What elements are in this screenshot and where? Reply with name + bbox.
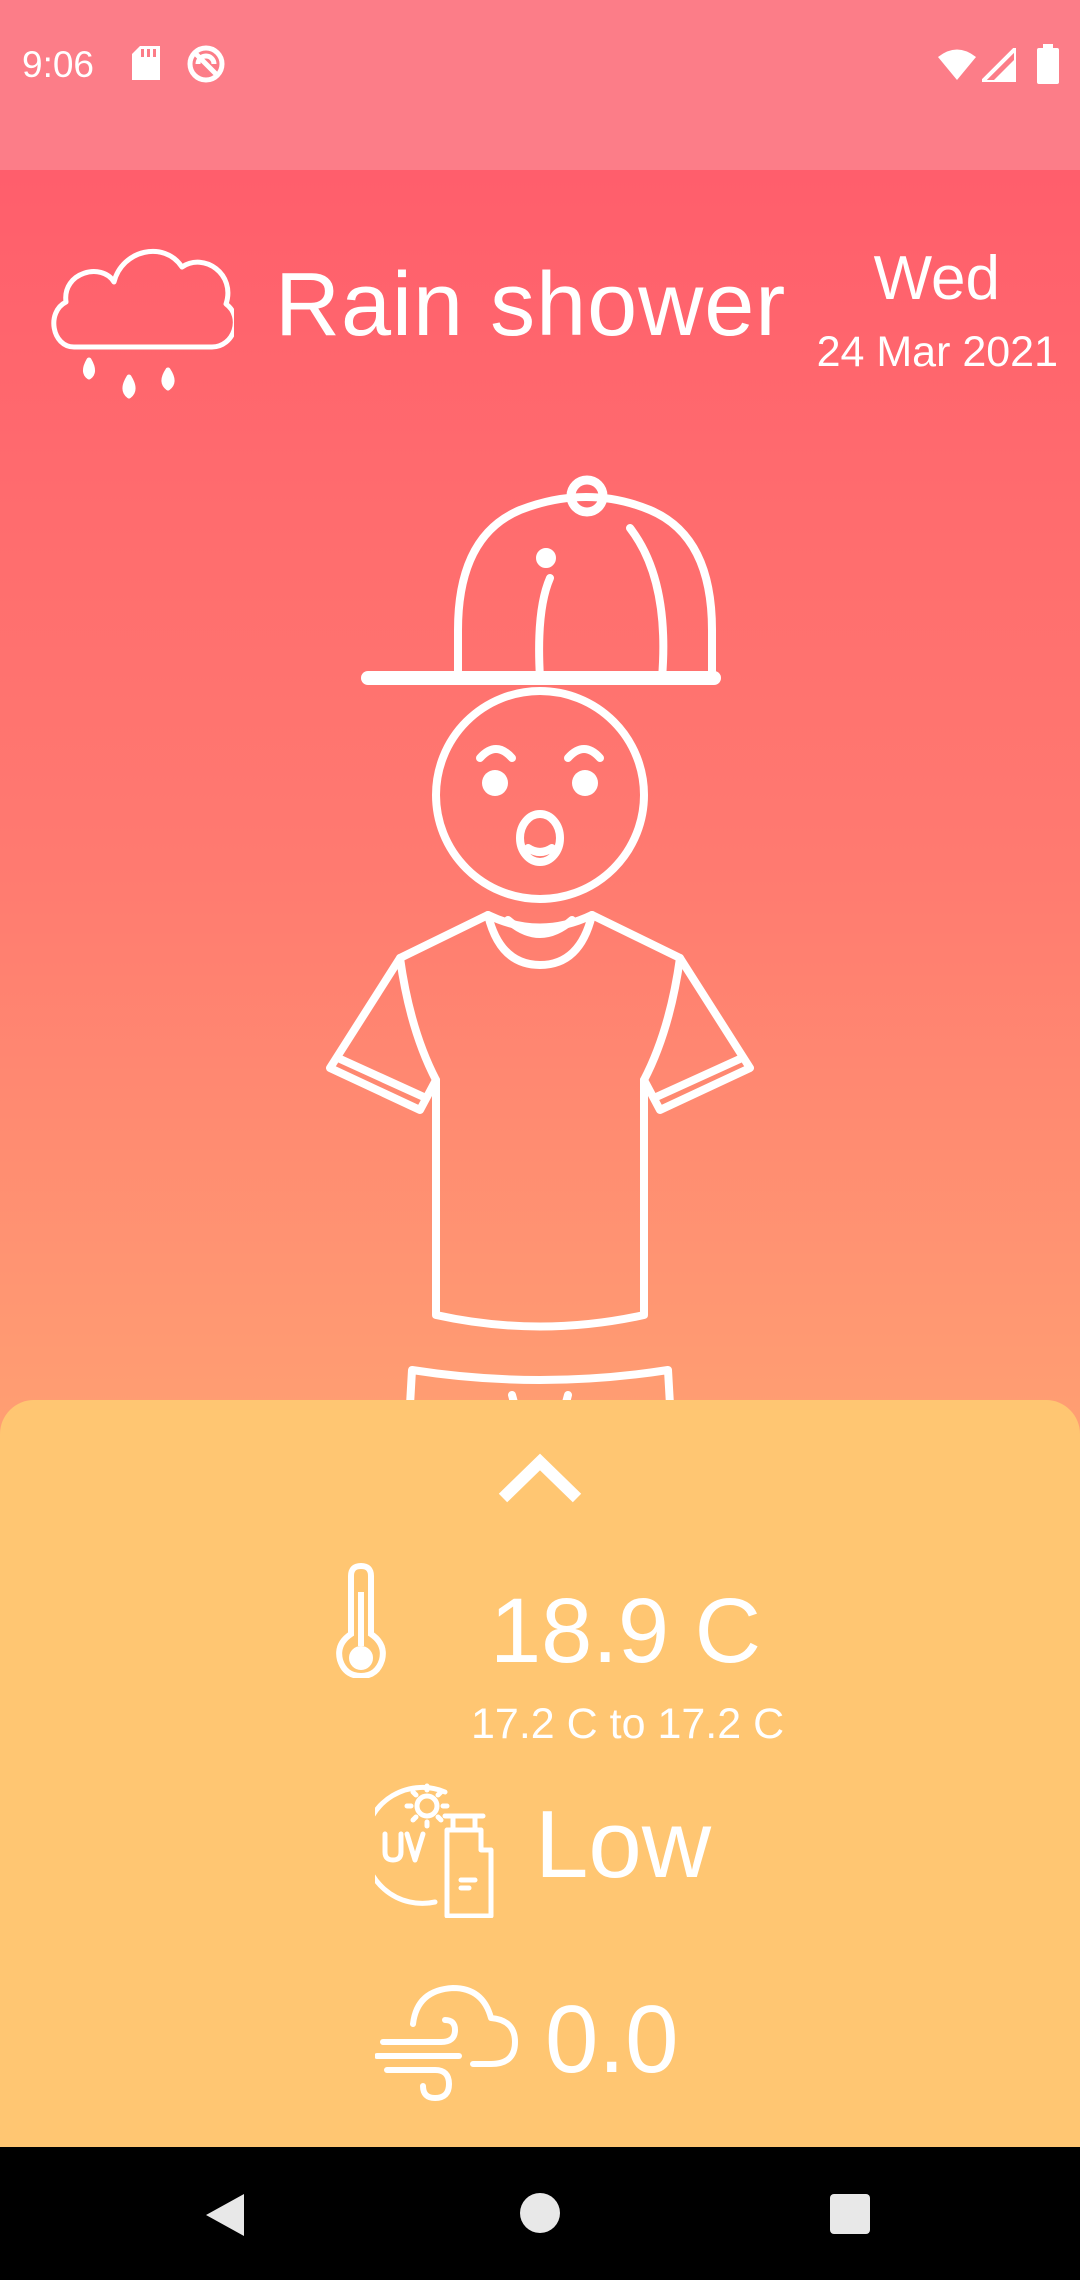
temperature-value: 18.9 C	[490, 1580, 762, 1682]
back-icon[interactable]	[204, 2192, 246, 2243]
tshirt-icon	[326, 911, 754, 1331]
status-time: 9:06	[22, 44, 95, 85]
sd-card-icon	[132, 46, 160, 85]
navigation-bar	[0, 2147, 1080, 2280]
chevron-up-icon[interactable]	[497, 1450, 583, 1511]
face-icon	[432, 687, 648, 903]
uv-sunscreen-icon	[361, 1776, 501, 1923]
signal-icon	[977, 43, 1018, 87]
wifi-icon	[938, 48, 976, 85]
home-icon[interactable]	[518, 2191, 562, 2240]
uv-index-value: Low	[535, 1791, 712, 1898]
cap-icon	[361, 475, 721, 685]
temperature-range: 17.2 C to 17.2 C	[471, 1700, 785, 1748]
outfit-illustration	[300, 470, 780, 1415]
thermometer-icon	[332, 1562, 390, 1683]
recents-icon[interactable]	[829, 2193, 871, 2240]
weather-date: 24 Mar 2021	[816, 328, 1058, 376]
weather-day: Wed	[873, 244, 1000, 313]
weather-condition: Rain shower	[275, 255, 787, 355]
status-bar: 9:06	[0, 0, 1080, 170]
battery-icon	[1037, 44, 1059, 89]
wind-value: 0.0	[545, 1986, 679, 2093]
rain-cloud-icon	[44, 232, 238, 417]
wind-cloud-icon	[374, 1980, 519, 2107]
dnd-icon	[186, 44, 226, 89]
details-sheet[interactable]	[0, 1400, 1080, 2147]
